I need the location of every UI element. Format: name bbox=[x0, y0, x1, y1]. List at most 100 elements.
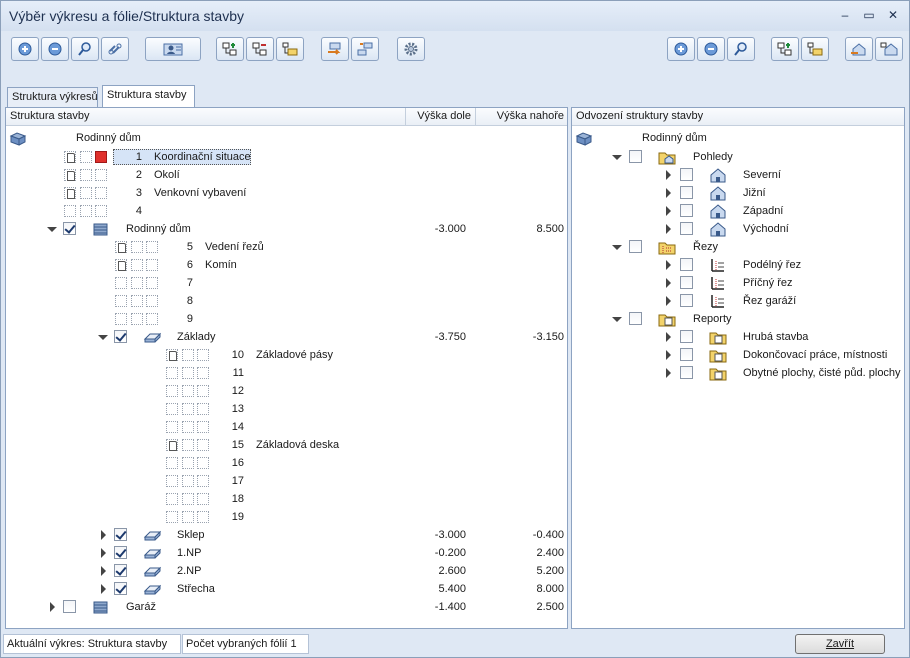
layer-row[interactable]: 19 bbox=[6, 508, 567, 526]
expand-arrow-icon[interactable] bbox=[666, 332, 671, 342]
layer-row[interactable]: 7 bbox=[6, 274, 567, 292]
derived-item-row[interactable]: Hrubá stavba bbox=[572, 328, 904, 346]
item-checkbox[interactable] bbox=[680, 276, 693, 289]
expand-arrow-icon[interactable] bbox=[50, 602, 55, 612]
link-button[interactable] bbox=[101, 37, 129, 61]
layer-visibility-box[interactable] bbox=[64, 205, 76, 217]
node-checkbox[interactable] bbox=[63, 600, 76, 613]
layer-row[interactable]: 11 bbox=[6, 364, 567, 382]
collapse-button[interactable] bbox=[41, 37, 69, 61]
column-header-derived[interactable]: Odvození struktury stavby bbox=[572, 108, 904, 126]
collapse-arrow-icon[interactable] bbox=[612, 155, 622, 160]
house-tree-button[interactable] bbox=[875, 37, 903, 61]
layer-row[interactable]: 1 Koordinační situace bbox=[6, 148, 567, 166]
layer-row[interactable]: 13 bbox=[6, 400, 567, 418]
layer-row[interactable]: 15 Základová deska bbox=[6, 436, 567, 454]
layer-visibility-box[interactable] bbox=[166, 421, 178, 433]
layer-row[interactable]: 16 bbox=[6, 454, 567, 472]
layer-visibility-box[interactable] bbox=[115, 295, 127, 307]
search-button[interactable] bbox=[71, 37, 99, 61]
item-checkbox[interactable] bbox=[680, 330, 693, 343]
item-checkbox[interactable] bbox=[680, 168, 693, 181]
derived-item-row[interactable]: Východní bbox=[572, 220, 904, 238]
derived-item-row[interactable]: Severní bbox=[572, 166, 904, 184]
maximize-button[interactable]: ▭ bbox=[861, 7, 877, 23]
layer-row[interactable]: 17 bbox=[6, 472, 567, 490]
layer-visibility-box[interactable] bbox=[115, 277, 127, 289]
layer-visibility-box[interactable] bbox=[166, 349, 178, 361]
node-checkbox[interactable] bbox=[63, 222, 76, 235]
tree-add-button[interactable] bbox=[771, 37, 799, 61]
layer-row[interactable]: 8 bbox=[6, 292, 567, 310]
expand-arrow-icon[interactable] bbox=[666, 206, 671, 216]
layer-visibility-box[interactable] bbox=[166, 403, 178, 415]
layer-visibility-box[interactable] bbox=[64, 187, 76, 199]
close-window-button[interactable]: ✕ bbox=[885, 7, 901, 23]
right-search-button[interactable] bbox=[727, 37, 755, 61]
group-checkbox[interactable] bbox=[629, 240, 642, 253]
layer-row[interactable]: 9 bbox=[6, 310, 567, 328]
layer-row[interactable]: 2 Okolí bbox=[6, 166, 567, 184]
layer-row[interactable]: 5 Vedení řezů bbox=[6, 238, 567, 256]
derived-item-row[interactable]: Příčný řez bbox=[572, 274, 904, 292]
expand-arrow-icon[interactable] bbox=[666, 350, 671, 360]
layer-visibility-box[interactable] bbox=[115, 313, 127, 325]
derived-item-row[interactable]: Západní bbox=[572, 202, 904, 220]
derived-item-row[interactable]: Podélný řez bbox=[572, 256, 904, 274]
tree-root-label[interactable]: Rodinný dům bbox=[76, 132, 141, 144]
right-collapse-button[interactable] bbox=[697, 37, 725, 61]
structure-list-button[interactable] bbox=[276, 37, 304, 61]
layer-visibility-box[interactable] bbox=[166, 493, 178, 505]
expand-arrow-icon[interactable] bbox=[666, 224, 671, 234]
layer-row[interactable]: 6 Komín bbox=[6, 256, 567, 274]
layer-visibility-box[interactable] bbox=[115, 259, 127, 271]
layer-row[interactable]: 3 Venkovní vybavení bbox=[6, 184, 567, 202]
column-header-name[interactable]: Struktura stavby bbox=[6, 108, 406, 126]
layer-visibility-box[interactable] bbox=[166, 385, 178, 397]
layer-row[interactable]: 4 bbox=[6, 202, 567, 220]
layer-visibility-box[interactable] bbox=[166, 511, 178, 523]
settings-button[interactable] bbox=[397, 37, 425, 61]
expand-button[interactable] bbox=[11, 37, 39, 61]
user-card-button[interactable] bbox=[145, 37, 201, 61]
derived-root-label[interactable]: Rodinný dům bbox=[642, 132, 707, 144]
node-checkbox[interactable] bbox=[114, 564, 127, 577]
derived-item-row[interactable]: Dokončovací práce, místnosti bbox=[572, 346, 904, 364]
collapse-arrow-icon[interactable] bbox=[612, 245, 622, 250]
node-checkbox[interactable] bbox=[114, 330, 127, 343]
collapse-arrow-icon[interactable] bbox=[47, 227, 57, 232]
item-checkbox[interactable] bbox=[680, 222, 693, 235]
item-checkbox[interactable] bbox=[680, 366, 693, 379]
tab-drawing-structure[interactable]: Struktura výkresů bbox=[7, 87, 98, 107]
node-checkbox[interactable] bbox=[114, 582, 127, 595]
expand-arrow-icon[interactable] bbox=[101, 530, 106, 540]
expand-arrow-icon[interactable] bbox=[666, 170, 671, 180]
layer-visibility-box[interactable] bbox=[166, 367, 178, 379]
structure-tree-button[interactable] bbox=[246, 37, 274, 61]
structure-node-row[interactable]: Rodinný dům -3.000 8.500 bbox=[6, 220, 567, 238]
layer-row[interactable]: 12 bbox=[6, 382, 567, 400]
expand-arrow-icon[interactable] bbox=[666, 296, 671, 306]
layer-tree-button[interactable] bbox=[351, 37, 379, 61]
collapse-arrow-icon[interactable] bbox=[98, 335, 108, 340]
derived-group-row[interactable]: Řezy bbox=[572, 238, 904, 256]
derived-group-row[interactable]: Reporty bbox=[572, 310, 904, 328]
tree-list-button[interactable] bbox=[801, 37, 829, 61]
layer-row[interactable]: 18 bbox=[6, 490, 567, 508]
derived-group-row[interactable]: Pohledy bbox=[572, 148, 904, 166]
structure-node-row[interactable]: Střecha 5.400 8.000 bbox=[6, 580, 567, 598]
node-checkbox[interactable] bbox=[114, 546, 127, 559]
close-button[interactable]: Zavřít bbox=[795, 634, 885, 654]
assign-layer-button[interactable] bbox=[321, 37, 349, 61]
item-checkbox[interactable] bbox=[680, 186, 693, 199]
collapse-arrow-icon[interactable] bbox=[612, 317, 622, 322]
derived-item-row[interactable]: Řez garáží bbox=[572, 292, 904, 310]
layer-visibility-box[interactable] bbox=[166, 439, 178, 451]
expand-arrow-icon[interactable] bbox=[101, 566, 106, 576]
derived-item-row[interactable]: Obytné plochy, čisté půd. plochy bbox=[572, 364, 904, 382]
structure-node-row[interactable]: Základy -3.750 -3.150 bbox=[6, 328, 567, 346]
expand-arrow-icon[interactable] bbox=[666, 368, 671, 378]
group-checkbox[interactable] bbox=[629, 150, 642, 163]
column-header-low[interactable]: Výška dole bbox=[406, 108, 476, 126]
column-header-high[interactable]: Výška nahoře bbox=[476, 108, 567, 126]
